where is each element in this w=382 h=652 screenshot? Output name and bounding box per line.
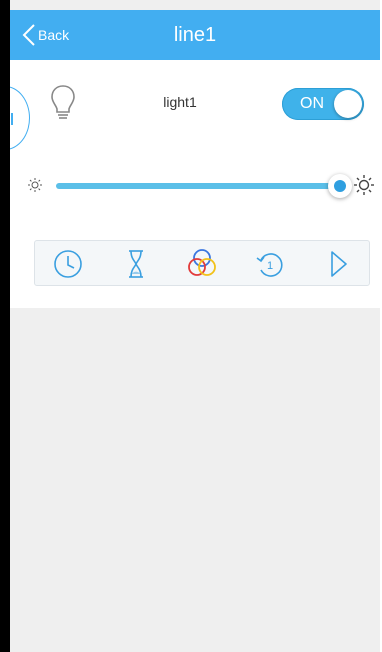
side-drawer-handle[interactable] [10, 86, 30, 150]
back-button[interactable]: Back [22, 22, 69, 48]
mode-toolbar: 1 [34, 240, 370, 286]
brightness-slider-track[interactable] [56, 183, 346, 189]
device-name: light1 [163, 94, 197, 110]
power-toggle-label: ON [300, 95, 324, 112]
play-button[interactable] [321, 247, 355, 281]
power-toggle[interactable]: ON [282, 88, 364, 120]
brightness-slider-thumb[interactable] [328, 174, 352, 198]
brightness-high-icon [354, 175, 374, 195]
chevron-left-icon [22, 24, 35, 46]
hourglass-icon [129, 250, 143, 278]
light-bulb-icon [51, 85, 75, 119]
brightness-low-icon [28, 178, 42, 192]
timer-button[interactable] [51, 247, 85, 281]
color-mix-icon [188, 249, 216, 276]
app-frame: line1 Back light1 ON 1 [0, 0, 380, 652]
cycle-icon: 1 [256, 253, 283, 277]
device-panel: light1 ON 1 [10, 60, 380, 308]
svg-text:1: 1 [267, 260, 273, 272]
toggle-thumb [334, 90, 362, 118]
back-label: Back [38, 27, 70, 43]
countdown-button[interactable] [119, 247, 153, 281]
play-icon [331, 251, 347, 277]
color-mix-button[interactable] [185, 247, 219, 281]
clock-icon [54, 250, 82, 278]
cycle-button[interactable]: 1 [253, 247, 287, 281]
nav-header: line1 Back [10, 10, 380, 60]
